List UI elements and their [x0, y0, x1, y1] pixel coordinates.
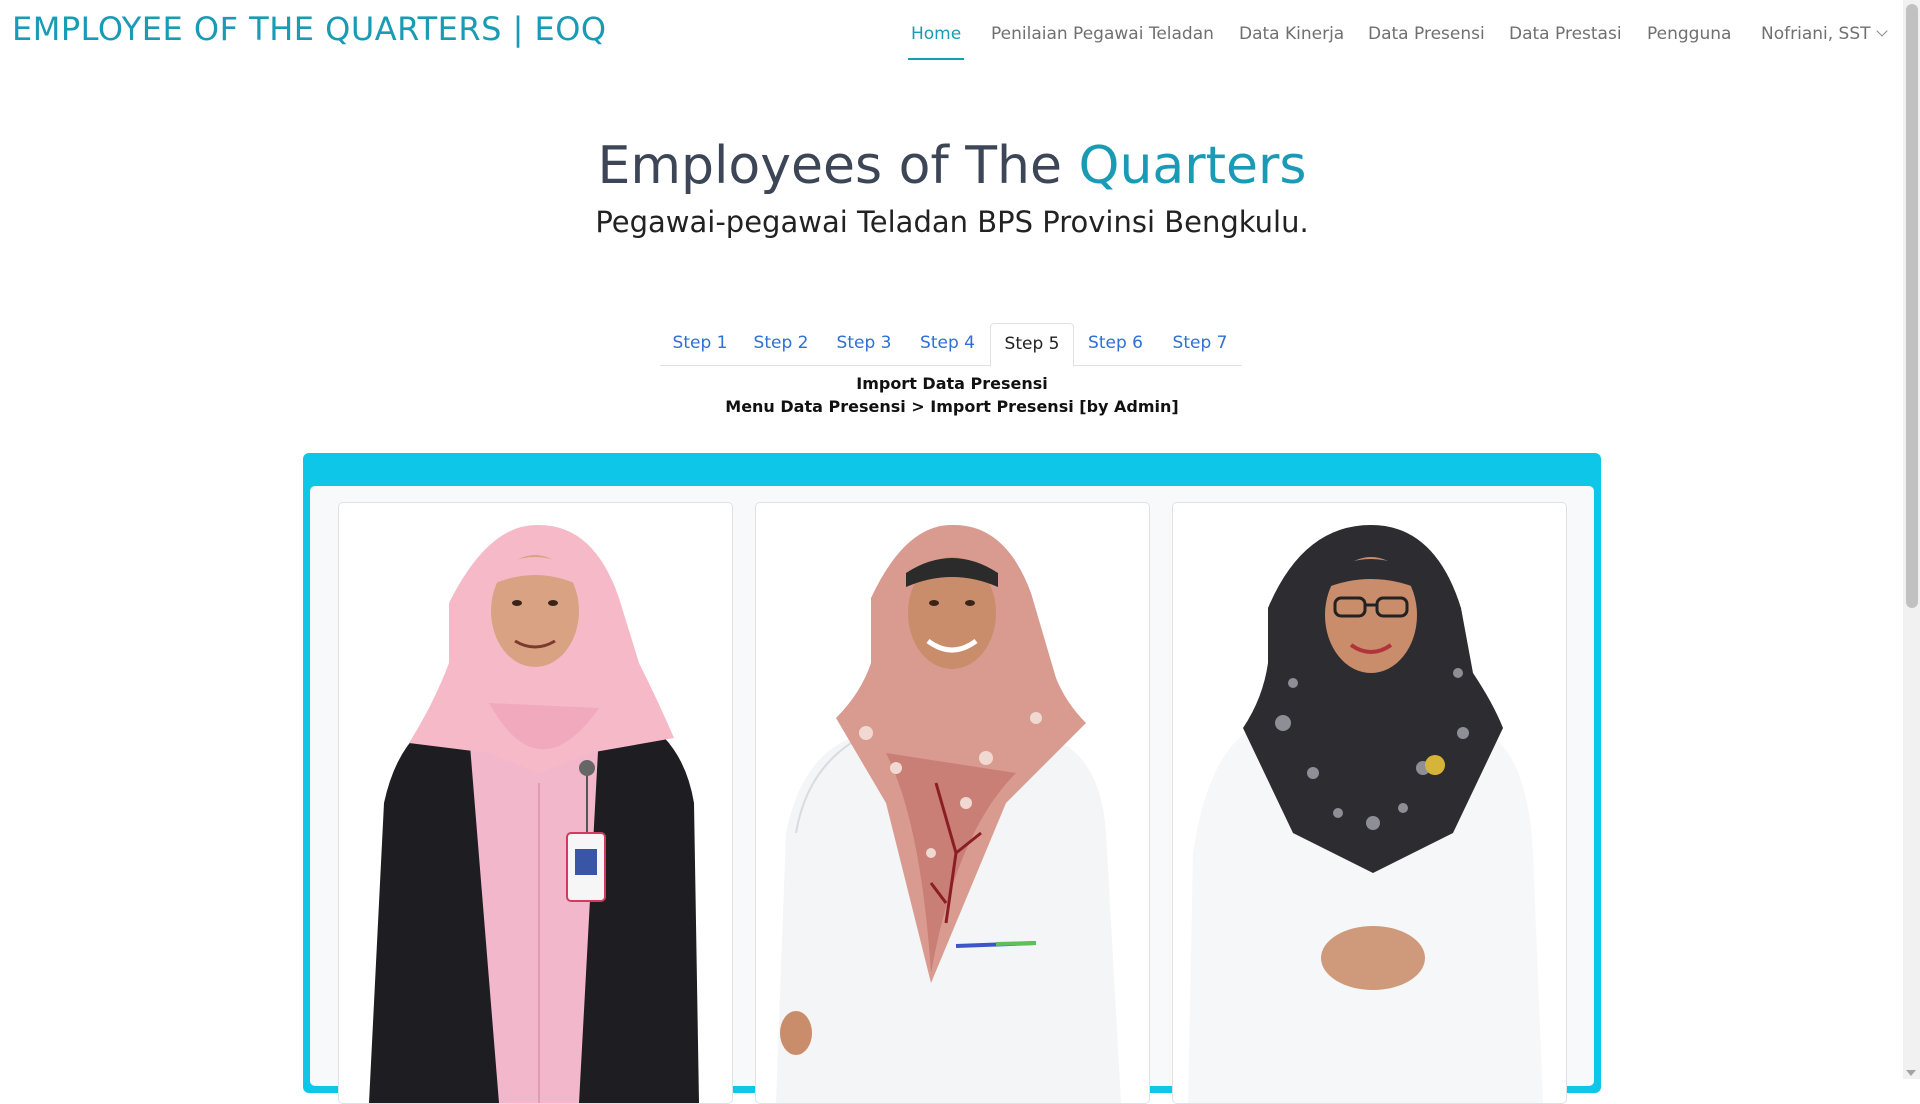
employee-photo-black-hijab — [1188, 525, 1543, 1103]
chevron-down-icon — [1875, 25, 1888, 37]
page-title: Employees of The Quarters — [0, 136, 1904, 196]
step-description: Menu Data Presensi > Import Presensi [by… — [725, 397, 1179, 416]
scroll-down-arrow-icon[interactable] — [1906, 1070, 1916, 1076]
user-name: Nofriani, SST — [1761, 24, 1871, 44]
page-subtitle: Pegawai-pegawai Teladan BPS Provinsi Ben… — [595, 205, 1309, 239]
step-tabs: Step 1 Step 2 Step 3 Step 4 Step 5 Step … — [660, 323, 1242, 367]
scrollbar-thumb[interactable] — [1906, 4, 1918, 608]
nav-data-presensi[interactable]: Data Presensi — [1368, 24, 1485, 44]
tab-step-4[interactable]: Step 4 — [906, 323, 989, 364]
tab-step-2[interactable]: Step 2 — [740, 323, 822, 364]
nav-home[interactable]: Home — [911, 24, 961, 44]
nav-active-indicator — [908, 58, 964, 60]
title-main: Employees of The — [597, 136, 1079, 196]
employee-card-3[interactable] — [1172, 502, 1567, 1104]
employee-photo-pink-hijab — [369, 524, 699, 1103]
nav-penilaian[interactable]: Penilaian Pegawai Teladan — [991, 24, 1214, 44]
tab-step-1[interactable]: Step 1 — [661, 323, 739, 364]
tab-step-6[interactable]: Step 6 — [1074, 323, 1157, 364]
nav-pengguna[interactable]: Pengguna — [1647, 24, 1731, 44]
nav-data-prestasi[interactable]: Data Prestasi — [1509, 24, 1622, 44]
employee-card-1[interactable] — [338, 502, 733, 1104]
tab-step-3[interactable]: Step 3 — [823, 323, 905, 364]
user-menu[interactable]: Nofriani, SST — [1761, 24, 1888, 44]
nav-data-kinerja[interactable]: Data Kinerja — [1239, 24, 1344, 44]
step-title: Import Data Presensi — [856, 374, 1048, 393]
title-accent: Quarters — [1078, 136, 1307, 196]
tab-step-7[interactable]: Step 7 — [1158, 323, 1242, 364]
site-brand[interactable]: EMPLOYEE OF THE QUARTERS | EOQ — [12, 10, 607, 48]
employee-photo-floral-hijab — [776, 524, 1121, 1103]
page-scrollbar[interactable] — [1903, 0, 1920, 1079]
tab-step-5[interactable]: Step 5 — [990, 323, 1074, 367]
employee-card-2[interactable] — [755, 502, 1150, 1104]
